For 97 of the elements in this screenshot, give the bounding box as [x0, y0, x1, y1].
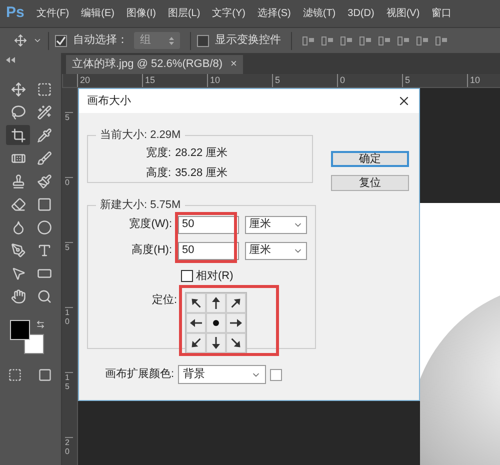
ruler-label: 0 — [337, 74, 402, 87]
ruler-label: 10 — [467, 74, 500, 87]
menu-item[interactable]: 3D(D) — [348, 6, 374, 21]
crop-icon — [10, 128, 26, 142]
ruler-label: 5 — [272, 74, 337, 87]
menu-item[interactable]: 窗口 — [432, 6, 452, 21]
zoom-icon — [37, 288, 52, 304]
ruler-label: 5 — [65, 242, 73, 307]
pointer-icon — [10, 266, 26, 280]
size-label: 高度: — [146, 166, 172, 182]
align-icon[interactable] — [378, 34, 391, 46]
align-icon[interactable] — [321, 34, 334, 46]
anchor-cell[interactable] — [226, 333, 246, 353]
group-legend: 新建大小: 5.75M — [96, 197, 185, 214]
align-icon[interactable] — [340, 34, 353, 46]
tool-button[interactable] — [6, 125, 30, 145]
ruler-label: 15 — [65, 372, 73, 437]
anchor-cell[interactable] — [206, 293, 226, 313]
menu-item[interactable]: 文件(F) — [36, 6, 70, 21]
size-label: 宽度: — [146, 146, 172, 162]
anchor-cell[interactable] — [186, 293, 206, 313]
menu-item[interactable]: 文字(Y) — [212, 6, 246, 21]
background-swatch[interactable] — [24, 334, 44, 354]
arrow-icon — [229, 316, 244, 330]
menu-item[interactable]: 图层(L) — [168, 6, 200, 21]
paintbrush-icon — [37, 174, 52, 188]
checkbox-label: 显示变换控件 — [215, 32, 281, 48]
align-icon[interactable] — [416, 34, 429, 46]
menu-item[interactable]: 编辑(E) — [81, 6, 114, 21]
eraser-icon — [10, 196, 26, 212]
checkbox[interactable] — [55, 34, 67, 46]
field-label: 高度(H): — [130, 242, 172, 258]
menu-item[interactable]: 图像(I) — [126, 6, 156, 21]
align-icon[interactable] — [397, 34, 410, 46]
collapse-icon[interactable] — [6, 57, 15, 63]
ruler-label: 5 — [65, 112, 73, 177]
dialog-title: 画布大小 — [87, 94, 131, 109]
color-swatch[interactable] — [270, 368, 282, 380]
eyedropper-icon — [37, 128, 52, 142]
document-tab[interactable]: 立体的球.jpg @ 52.6%(RGB/8) × — [66, 55, 243, 74]
anchor-cell[interactable] — [206, 333, 226, 353]
anchor-cell[interactable] — [226, 293, 246, 313]
stamp-icon — [10, 174, 26, 188]
checkbox[interactable] — [181, 270, 193, 282]
dialog-button[interactable]: 确定 — [331, 151, 409, 167]
caret-icon[interactable] — [33, 36, 42, 45]
checkbox-label: 相对(R) — [196, 268, 234, 284]
marquee-icon — [37, 82, 52, 96]
swap-icon[interactable] — [36, 320, 45, 329]
foreground-swatch[interactable] — [10, 320, 30, 340]
color-select[interactable]: 背景 — [178, 365, 266, 384]
field-label: 画布扩展颜色: — [105, 366, 174, 382]
ruler-label: 10 — [65, 307, 73, 372]
ruler-label: 0 — [65, 177, 73, 242]
size-value: 35.28 厘米 — [175, 166, 228, 182]
anchor-cell[interactable] — [226, 313, 246, 333]
move-icon — [10, 82, 26, 96]
anchor-cell[interactable] — [186, 333, 206, 353]
field-label: 宽度(W): — [128, 216, 172, 232]
menu-item[interactable]: 选择(S) — [258, 6, 291, 21]
anchor-cell[interactable] — [206, 313, 226, 333]
app-logo: Ps — [6, 3, 24, 24]
checkbox-label: 自动选择： — [73, 33, 128, 48]
unit-select[interactable]: 厘米 — [245, 242, 307, 260]
menu-item[interactable]: 滤镜(T) — [302, 6, 336, 21]
close-icon[interactable] — [397, 94, 411, 108]
dialog-button[interactable]: 复位 — [331, 175, 409, 191]
ruler-label: 20 — [65, 437, 73, 465]
magic-wand-icon — [37, 104, 52, 120]
number-field[interactable]: 50 — [178, 216, 239, 234]
hand-icon — [10, 288, 26, 304]
menu-item[interactable]: 视图(V) — [386, 6, 420, 21]
close-tab-button[interactable]: × — [230, 56, 237, 73]
droplet-icon — [10, 220, 26, 234]
anchor-label: 定位: — [152, 292, 178, 308]
align-icon[interactable] — [302, 34, 315, 46]
checkbox[interactable] — [197, 34, 209, 46]
unit-select[interactable]: 厘米 — [245, 216, 307, 234]
number-field[interactable]: 50 — [178, 242, 239, 260]
pen-icon — [10, 242, 26, 258]
size-value: 28.22 厘米 — [175, 146, 228, 162]
brush-icon — [37, 150, 52, 166]
move-icon[interactable] — [14, 34, 27, 47]
ruler-label: 15 — [142, 74, 207, 87]
ruler-label: 20 — [77, 74, 142, 87]
align-icon[interactable] — [435, 34, 448, 46]
arrow-icon — [189, 316, 204, 330]
dot-icon — [213, 320, 220, 326]
align-icon[interactable] — [359, 34, 372, 46]
group-legend: 当前大小: 2.29M — [96, 127, 185, 144]
lasso-icon — [10, 104, 26, 120]
ruler-label: 5 — [402, 74, 467, 87]
type-icon — [37, 242, 52, 258]
ruler-label: 10 — [207, 74, 272, 87]
spinner-icon — [169, 36, 174, 44]
check-icon — [56, 36, 66, 46]
anchor-cell[interactable] — [186, 313, 206, 333]
